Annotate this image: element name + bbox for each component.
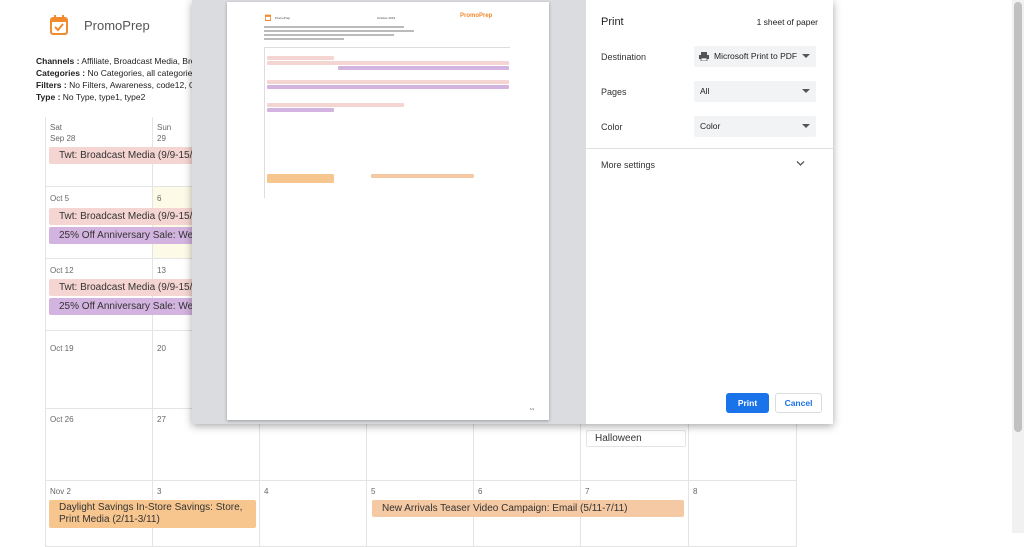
print-settings-panel: Print 1 sheet of paper Destination Micro… (586, 0, 833, 424)
preview-month: October 2019 (377, 16, 396, 20)
preview-page-number: 1/1 (530, 407, 535, 411)
preview-event (267, 108, 334, 112)
day-header-sat: Sat (50, 123, 63, 132)
preview-event (267, 80, 509, 84)
color-label: Color (601, 122, 623, 132)
printer-icon (699, 52, 709, 61)
sheet-count: 1 sheet of paper (756, 17, 818, 27)
day-label: 29 (157, 134, 166, 143)
day-label: 3 (157, 487, 162, 496)
preview-meta-line (264, 30, 414, 32)
event-bar[interactable]: Twt: Broadcast Media (9/9-15/ (49, 147, 194, 164)
pages-select[interactable]: All (694, 81, 816, 102)
preview-event (267, 56, 334, 60)
app-title: PromoPrep (84, 18, 150, 33)
day-label: Sep 28 (50, 134, 76, 143)
event-bar[interactable]: New Arrivals Teaser Video Campaign: Emai… (372, 500, 684, 517)
day-cell[interactable] (689, 481, 797, 547)
day-label: 5 (371, 487, 376, 496)
destination-value: Microsoft Print to PDF (714, 51, 798, 61)
event-bar[interactable]: Twt: Broadcast Media (9/9-15/ (49, 279, 194, 296)
day-cell[interactable] (260, 481, 367, 547)
destination-label: Destination (601, 52, 647, 62)
day-cell[interactable] (46, 331, 153, 409)
holiday-event[interactable]: Halloween (586, 430, 686, 447)
mini-logo-icon (265, 14, 271, 21)
day-label: 6 (478, 487, 483, 496)
preview-event (267, 103, 404, 107)
event-bar[interactable]: Daylight Savings In-Store Savings: Store… (49, 500, 256, 528)
pages-value: All (700, 86, 710, 96)
chevron-down-icon (802, 54, 810, 58)
chevron-down-icon (802, 89, 810, 93)
destination-select[interactable]: Microsoft Print to PDF (694, 46, 816, 67)
day-label: Oct 19 (50, 344, 74, 353)
print-button[interactable]: Print (726, 393, 769, 413)
expand-chevron-icon[interactable] (796, 160, 805, 167)
chevron-down-icon (802, 124, 810, 128)
event-bar[interactable]: 25% Off Anniversary Sale: Web (49, 298, 194, 315)
preview-event (338, 66, 509, 70)
type-filter: Type : No Type, type1, type2 (36, 92, 146, 102)
color-value: Color (700, 121, 721, 131)
day-label: 8 (693, 487, 698, 496)
event-bar[interactable]: 25% Off Anniversary Sale: Web (49, 227, 194, 244)
settings-divider (586, 148, 833, 149)
day-label: Oct 26 (50, 415, 74, 424)
color-select[interactable]: Color (694, 116, 816, 137)
pages-label: Pages (601, 87, 627, 97)
day-label: 4 (264, 487, 269, 496)
preview-event (267, 174, 334, 183)
preview-calendar (264, 47, 510, 198)
day-label: 27 (157, 415, 166, 424)
day-label: Nov 2 (50, 487, 71, 496)
preview-meta-line (264, 34, 394, 36)
preview-meta-line (264, 38, 344, 40)
day-label: 13 (157, 266, 166, 275)
event-bar[interactable]: Twt: Broadcast Media (9/9-15/ (49, 208, 194, 225)
day-label: Oct 12 (50, 266, 74, 275)
preview-event (267, 85, 509, 89)
print-title: Print (601, 16, 624, 28)
day-label: 7 (585, 487, 590, 496)
print-dialog: PromoPrep October 2019 PromoPrep 1/1 Pri… (192, 0, 833, 424)
preview-brand: PromoPrep (460, 13, 493, 19)
scrollbar-thumb[interactable] (1014, 2, 1022, 432)
day-label: 20 (157, 344, 166, 353)
more-settings-toggle[interactable]: More settings (601, 160, 655, 170)
calendar-logo-icon (50, 15, 68, 35)
channels-filter: Channels : Affiliate, Broadcast Media, B… (36, 56, 214, 66)
print-preview-area: PromoPrep October 2019 PromoPrep 1/1 (192, 0, 586, 424)
preview-meta-line (264, 26, 404, 28)
preview-app-name: PromoPrep (275, 16, 291, 20)
preview-sheet: PromoPrep October 2019 PromoPrep 1/1 (227, 2, 549, 420)
day-label: Oct 5 (50, 194, 70, 203)
day-label: 6 (157, 194, 162, 203)
preview-event (371, 174, 474, 178)
categories-filter: Categories : No Categories, all categori… (36, 68, 217, 78)
cancel-button[interactable]: Cancel (775, 393, 822, 413)
filters-filter: Filters : No Filters, Awareness, code12,… (36, 80, 216, 90)
day-header-sun: Sun (157, 123, 172, 132)
preview-event (267, 61, 509, 65)
